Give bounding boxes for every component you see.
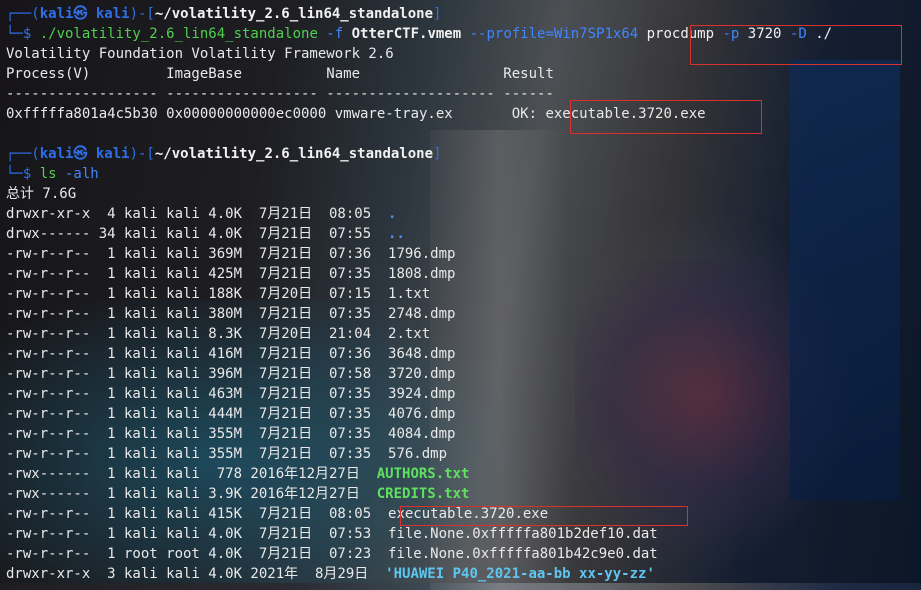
highlight-box-file <box>400 506 688 526</box>
ls-row-meta: drwxr-xr-x 4 kali kali 4.0K 7月21日 08:05 <box>6 206 389 222</box>
ls-row-meta: -rw-r--r-- 1 kali kali 425M 7月21日 07:35 <box>6 266 389 282</box>
ls-total: 总计 7.6G <box>6 186 77 202</box>
highlight-box-result <box>570 100 762 134</box>
ls-row-filename: file.None.0xfffffa801b42c9e0.dat <box>388 546 658 562</box>
ls-row: -rw-r--r-- 1 kali kali 355M 7月21日 07:35 … <box>6 444 447 464</box>
prompt-frame: ┌──( <box>6 146 40 162</box>
ls-row-meta: -rw-r--r-- 1 kali kali 415K 7月21日 08:05 <box>6 506 389 522</box>
ls-row-meta: -rwx------ 1 kali kali 778 2016年12月27日 <box>6 466 377 482</box>
prompt-user: kali㉿ kali <box>39 146 130 162</box>
highlight-box-command <box>690 25 902 65</box>
ls-row-meta: -rw-r--r-- 1 kali kali 380M 7月21日 07:35 <box>6 306 389 322</box>
ls-row-filename: 3924.dmp <box>388 386 456 402</box>
terminal-window[interactable]: ┌──(kali㉿ kali)-[~/volatility_2.6_lin64_… <box>0 0 921 583</box>
command-option: --profile=Win7SP1x64 <box>461 26 647 42</box>
ls-row-meta: -rw-r--r-- 1 kali kali 396M 7月21日 07:58 <box>6 366 389 382</box>
ls-row: -rw-r--r-- 1 kali kali 380M 7月21日 07:35 … <box>6 304 455 324</box>
command-program: ls <box>39 166 57 182</box>
ls-row-meta: -rw-r--r-- 1 kali kali 463M 7月21日 07:35 <box>6 386 389 402</box>
ls-row-filename: CREDITS.txt <box>376 486 470 502</box>
ls-row-meta: -rw-r--r-- 1 kali kali 444M 7月21日 07:35 <box>6 406 389 422</box>
output-table-header: Process(V) ImageBase Name Result <box>6 66 554 82</box>
prompt-frame: ] <box>433 6 442 22</box>
ls-row: -rw-r--r-- 1 kali kali 396M 7月21日 07:58 … <box>6 364 455 384</box>
ls-row: drwx------ 34 kali kali 4.0K 7月21日 07:55… <box>6 224 405 244</box>
ls-row: -rw-r--r-- 1 kali kali 444M 7月21日 07:35 … <box>6 404 455 424</box>
prompt-frame: ┌──( <box>6 6 40 22</box>
ls-row: -rw-r--r-- 1 kali kali 188K 7月20日 07:15 … <box>6 284 430 304</box>
ls-row: drwxr-xr-x 3 kali kali 4.0K 2021年 8月29日 … <box>6 564 655 584</box>
command-program: ./volatility_2.6_lin64_standalone <box>39 26 318 42</box>
ls-row-filename: 1796.dmp <box>388 246 456 262</box>
command-option: -alh <box>56 166 99 182</box>
prompt-path: ~/volatility_2.6_lin64_standalone <box>154 146 434 162</box>
ls-row: -rw-r--r-- 1 kali kali 425M 7月21日 07:35 … <box>6 264 455 284</box>
ls-row-filename: 4084.dmp <box>388 426 456 442</box>
command-line-2[interactable]: └─$ ls -alh <box>6 164 99 184</box>
prompt-path: ~/volatility_2.6_lin64_standalone <box>154 6 434 22</box>
ls-row-filename: 576.dmp <box>388 446 448 462</box>
ls-row-filename: file.None.0xfffffa801b2def10.dat <box>388 526 658 542</box>
output-banner: Volatility Foundation Volatility Framewo… <box>6 46 394 62</box>
ls-row-meta: -rw-r--r-- 1 root root 4.0K 7月21日 07:23 <box>6 546 389 562</box>
ls-row: -rwx------ 1 kali kali 3.9K 2016年12月27日 … <box>6 484 469 504</box>
prompt-arrow: └─$ <box>6 26 40 42</box>
ls-row-meta: -rw-r--r-- 1 kali kali 4.0K 7月21日 07:53 <box>6 526 389 542</box>
ls-row-meta: drwxr-xr-x 3 kali kali 4.0K 2021年 8月29日 <box>6 566 386 582</box>
ls-row-meta: -rw-r--r-- 1 kali kali 188K 7月20日 07:15 <box>6 286 389 302</box>
ls-row-filename: 'HUAWEI P40_2021-aa-bb xx-yy-zz' <box>385 566 655 582</box>
ls-row: -rw-r--r-- 1 kali kali 463M 7月21日 07:35 … <box>6 384 455 404</box>
command-file-arg: OtterCTF.vmem <box>351 26 462 42</box>
ls-row-meta: -rw-r--r-- 1 kali kali 369M 7月21日 07:36 <box>6 246 389 262</box>
ls-row-meta: -rwx------ 1 kali kali 3.9K 2016年12月27日 <box>6 486 377 502</box>
ls-row-filename: 3648.dmp <box>388 346 456 362</box>
ls-row-filename: 3720.dmp <box>388 366 456 382</box>
ls-row-meta: -rw-r--r-- 1 kali kali 355M 7月21日 07:35 <box>6 426 389 442</box>
prompt-user: kali㉿ kali <box>39 6 130 22</box>
ls-row: drwxr-xr-x 4 kali kali 4.0K 7月21日 08:05 … <box>6 204 396 224</box>
ls-row: -rw-r--r-- 1 kali kali 355M 7月21日 07:35 … <box>6 424 455 444</box>
prompt-frame: ] <box>433 146 442 162</box>
ls-row-meta: drwx------ 34 kali kali 4.0K 7月21日 07:55 <box>6 226 389 242</box>
prompt-frame: )-[ <box>129 146 155 162</box>
output-table-separator: ------------------ ------------------ --… <box>6 86 554 102</box>
ls-row-filename: 2.txt <box>388 326 431 342</box>
ls-row: -rw-r--r-- 1 kali kali 369M 7月21日 07:36 … <box>6 244 455 264</box>
ls-row: -rwx------ 1 kali kali 778 2016年12月27日 A… <box>6 464 469 484</box>
ls-row: -rw-r--r-- 1 kali kali 416M 7月21日 07:36 … <box>6 344 455 364</box>
ls-row-filename: . <box>388 206 397 222</box>
ls-row-meta: -rw-r--r-- 1 kali kali 416M 7月21日 07:36 <box>6 346 389 362</box>
prompt-line-2: ┌──(kali㉿ kali)-[~/volatility_2.6_lin64_… <box>6 144 441 164</box>
ls-row-filename: 1808.dmp <box>388 266 456 282</box>
prompt-line-1: ┌──(kali㉿ kali)-[~/volatility_2.6_lin64_… <box>6 4 441 24</box>
ls-row-meta: -rw-r--r-- 1 kali kali 355M 7月21日 07:35 <box>6 446 389 462</box>
ls-row-filename: 1.txt <box>388 286 431 302</box>
ls-row-filename: 4076.dmp <box>388 406 456 422</box>
ls-row: -rw-r--r-- 1 kali kali 4.0K 7月21日 07:53 … <box>6 524 658 544</box>
ls-row-filename: AUTHORS.txt <box>376 466 470 482</box>
output-row-prefix: 0xfffffa801a4c5b30 0x00000000000ec0000 v… <box>6 106 546 122</box>
ls-row-filename: 2748.dmp <box>388 306 456 322</box>
command-option: -f <box>317 26 352 42</box>
ls-row: -rw-r--r-- 1 kali kali 8.3K 7月20日 21:04 … <box>6 324 430 344</box>
ls-row-filename: .. <box>388 226 405 242</box>
ls-row: -rw-r--r-- 1 root root 4.0K 7月21日 07:23 … <box>6 544 658 564</box>
prompt-frame: )-[ <box>129 6 155 22</box>
ls-row-meta: -rw-r--r-- 1 kali kali 8.3K 7月20日 21:04 <box>6 326 389 342</box>
prompt-arrow: └─$ <box>6 166 40 182</box>
